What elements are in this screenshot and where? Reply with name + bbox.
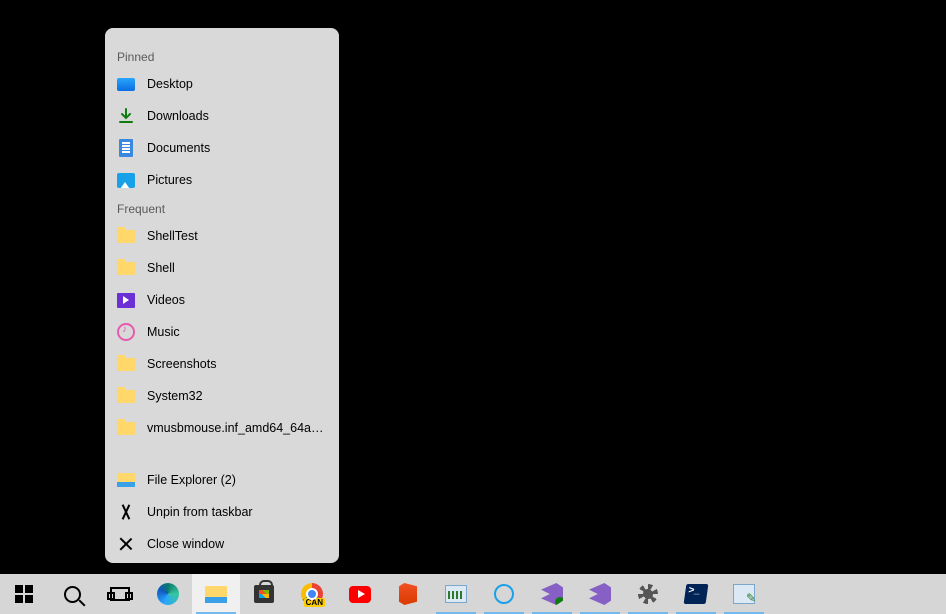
pinned-item-label: Desktop <box>147 77 327 91</box>
pinned-item-label: Downloads <box>147 109 327 123</box>
folder-icon <box>117 355 135 373</box>
vs-icon <box>589 583 611 605</box>
settings-icon <box>637 583 659 605</box>
task-label: Close window <box>147 537 327 551</box>
frequent-item-label: Screenshots <box>147 357 327 371</box>
document-icon <box>117 139 135 157</box>
frequent-item-label: Shell <box>147 261 327 275</box>
edge-button[interactable] <box>144 574 192 614</box>
folder-icon <box>117 259 135 277</box>
cortana-button[interactable] <box>480 574 528 614</box>
pinned-item-downloads[interactable]: Downloads <box>105 100 339 132</box>
visual-studio-button[interactable] <box>576 574 624 614</box>
file-explorer-jumplist: Pinned Desktop Downloads Documents Pictu… <box>105 28 339 563</box>
taskview-icon <box>109 583 131 605</box>
frequent-item-shelltest[interactable]: ShellTest <box>105 220 339 252</box>
edge-icon <box>157 583 179 605</box>
pinned-item-label: Pictures <box>147 173 327 187</box>
close-icon <box>117 535 135 553</box>
jumplist-spacer <box>105 444 339 464</box>
search-icon <box>61 583 83 605</box>
task-close-window[interactable]: Close window <box>105 528 339 560</box>
visual-studio-blend-button[interactable] <box>528 574 576 614</box>
pictures-icon <box>117 171 135 189</box>
chrome-canary-button[interactable]: CAN <box>288 574 336 614</box>
settings-button[interactable] <box>624 574 672 614</box>
pinned-item-pictures[interactable]: Pictures <box>105 164 339 196</box>
youtube-icon <box>349 583 371 605</box>
file-explorer-icon <box>117 471 135 489</box>
frequent-item-label: Music <box>147 325 327 339</box>
explorer-icon <box>205 583 227 605</box>
office-icon <box>397 583 419 605</box>
youtube-button[interactable] <box>336 574 384 614</box>
chrome-icon: CAN <box>301 583 323 605</box>
xaml-controls-button[interactable] <box>720 574 768 614</box>
task-view-button[interactable] <box>96 574 144 614</box>
frequent-section-label: Frequent <box>105 196 339 216</box>
desktop-icon <box>117 75 135 93</box>
microsoft-store-button[interactable] <box>240 574 288 614</box>
cortana-icon <box>493 583 515 605</box>
folder-icon <box>117 419 135 437</box>
windows-icon <box>13 583 35 605</box>
office-button[interactable] <box>384 574 432 614</box>
file-explorer-button[interactable] <box>192 574 240 614</box>
task-label: Unpin from taskbar <box>147 505 327 519</box>
frequent-item-videos[interactable]: Videos <box>105 284 339 316</box>
music-icon <box>117 323 135 341</box>
frequent-item-screenshots[interactable]: Screenshots <box>105 348 339 380</box>
frequent-item-label: System32 <box>147 389 327 403</box>
task-label: File Explorer (2) <box>147 473 327 487</box>
pinned-item-desktop[interactable]: Desktop <box>105 68 339 100</box>
folder-icon <box>117 227 135 245</box>
frequent-item-label: Videos <box>147 293 327 307</box>
download-icon <box>117 107 135 125</box>
vsblend-icon <box>541 583 563 605</box>
start-button[interactable] <box>0 574 48 614</box>
frequent-item-system32[interactable]: System32 <box>105 380 339 412</box>
pinned-item-label: Documents <box>147 141 327 155</box>
pinned-item-documents[interactable]: Documents <box>105 132 339 164</box>
frequent-item-shell[interactable]: Shell <box>105 252 339 284</box>
frequent-item-vmusbmouse[interactable]: vmusbmouse.inf_amd64_64ac7a0a... <box>105 412 339 444</box>
store-icon <box>253 583 275 605</box>
sysinfo-icon <box>445 583 467 605</box>
video-icon <box>117 291 135 309</box>
task-unpin-from-taskbar[interactable]: Unpin from taskbar <box>105 496 339 528</box>
taskbar: CAN <box>0 574 946 614</box>
xaml-icon <box>733 583 755 605</box>
search-button[interactable] <box>48 574 96 614</box>
pinned-section-label: Pinned <box>105 44 339 64</box>
frequent-item-label: vmusbmouse.inf_amd64_64ac7a0a... <box>147 421 327 435</box>
unpin-icon <box>117 503 135 521</box>
powershell-icon <box>685 583 707 605</box>
powershell-button[interactable] <box>672 574 720 614</box>
frequent-item-label: ShellTest <box>147 229 327 243</box>
system-info-button[interactable] <box>432 574 480 614</box>
frequent-item-music[interactable]: Music <box>105 316 339 348</box>
folder-icon <box>117 387 135 405</box>
task-open-file-explorer[interactable]: File Explorer (2) <box>105 464 339 496</box>
